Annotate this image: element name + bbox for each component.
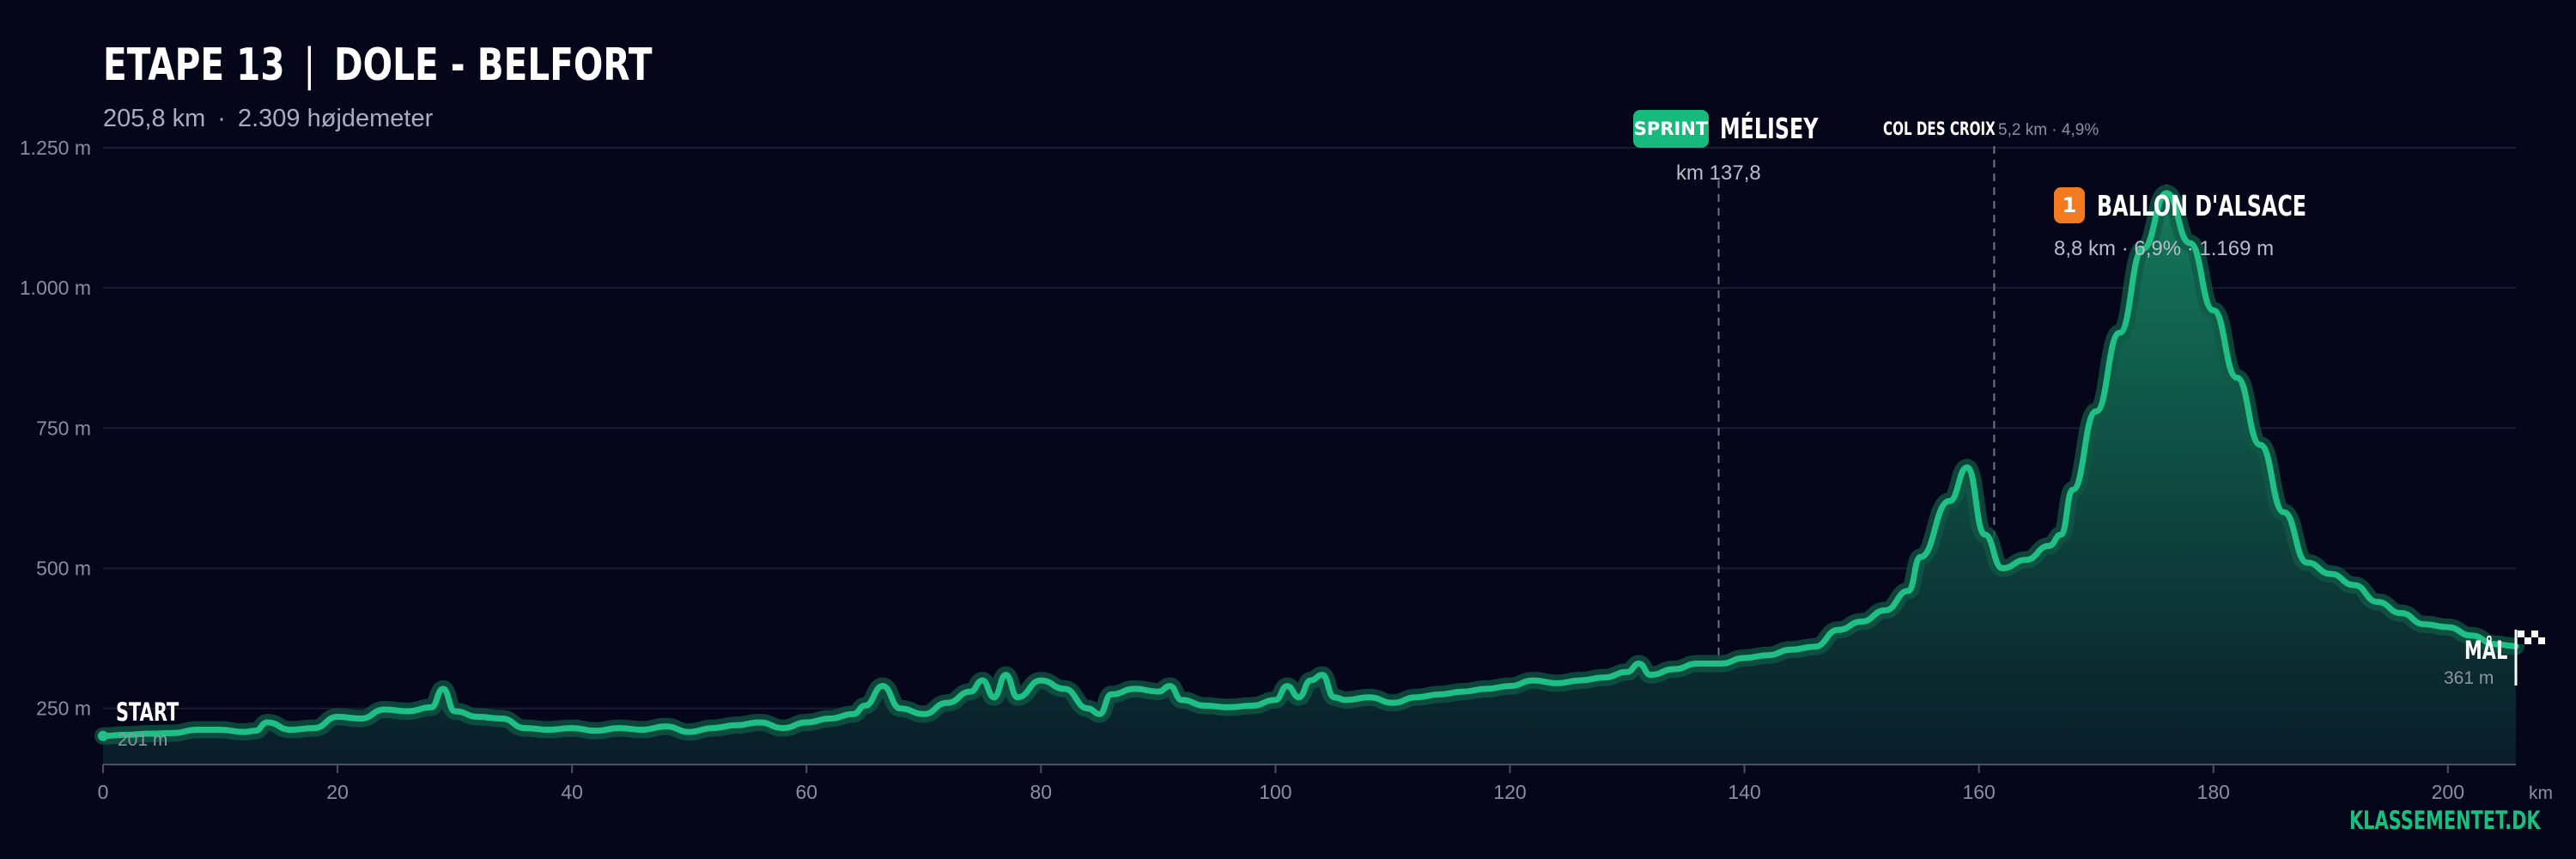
flag-square bbox=[2531, 637, 2538, 644]
x-tick-label: 160 bbox=[1962, 781, 1995, 803]
stage-profile-card: 250 m 500 m 750 m 1.000 m 1.250 m 0 20 40 60 80 1… bbox=[0, 0, 2576, 859]
col-info: 5,2 km · 4,9% bbox=[1998, 121, 2099, 139]
flag-square bbox=[2518, 637, 2524, 644]
stage-stats: 205,8 km · 2.309 højdemeter bbox=[103, 105, 433, 133]
stage-elevation-gain: 2.309 højdemeter bbox=[237, 105, 434, 132]
finish-flag-icon bbox=[2514, 630, 2545, 685]
x-tick-label: 100 bbox=[1259, 781, 1291, 803]
title-separator: | bbox=[303, 40, 316, 91]
y-tick-label: 500 m bbox=[36, 557, 91, 580]
stats-separator: · bbox=[217, 105, 226, 132]
sprint-km: km 137,8 bbox=[1676, 161, 1761, 185]
x-axis-unit: km bbox=[2529, 783, 2553, 803]
x-tick-label: 20 bbox=[326, 781, 349, 803]
y-axis-ticks: 250 m 500 m 750 m 1.000 m 1.250 m bbox=[20, 137, 91, 720]
start-label: START bbox=[116, 698, 179, 727]
flag-square bbox=[2538, 631, 2545, 637]
stage-distance: 205,8 km bbox=[103, 105, 206, 132]
page-title: ETAPE 13 | DOLE - BELFORT bbox=[103, 40, 652, 91]
climb-category-badge: 1 bbox=[2054, 187, 2085, 223]
y-tick-label: 1.000 m bbox=[20, 277, 91, 299]
stage-route: DOLE - BELFORT bbox=[333, 40, 653, 91]
flag-square bbox=[2531, 631, 2538, 637]
y-tick-label: 750 m bbox=[36, 417, 91, 439]
x-tick-label: 60 bbox=[795, 781, 817, 803]
flag-square bbox=[2538, 637, 2545, 644]
flag-square bbox=[2524, 637, 2531, 644]
sprint-name: MÉLISEY bbox=[1720, 112, 1819, 145]
start-elevation: 201 m bbox=[118, 730, 168, 750]
x-tick-label: 200 bbox=[2432, 781, 2464, 803]
flag-square bbox=[2524, 631, 2531, 637]
y-tick-label: 1.250 m bbox=[20, 137, 91, 159]
climb-name: BALLON D'ALSACE bbox=[2097, 189, 2306, 222]
sprint-badge: SPRINT bbox=[1633, 110, 1709, 148]
flag-square bbox=[2518, 631, 2524, 637]
finish-elevation: 361 m bbox=[2444, 668, 2494, 688]
finish-label: MÅL bbox=[2464, 636, 2508, 665]
climb-info: 8,8 km · 6,9% · 1.169 m bbox=[2054, 237, 2275, 260]
x-tick-label: 40 bbox=[561, 781, 583, 803]
x-tick-label: 140 bbox=[1728, 781, 1760, 803]
col-name: COL DES CROIX bbox=[1883, 119, 1996, 139]
x-axis-ticks: 0 20 40 60 80 100 120 140 160 180 200 bbox=[98, 765, 2464, 803]
x-tick-label: 0 bbox=[98, 781, 109, 803]
x-tick-label: 180 bbox=[2197, 781, 2230, 803]
brand-logo-text: KLASSEMENTET.DK bbox=[2349, 806, 2541, 835]
x-tick-label: 120 bbox=[1493, 781, 1526, 803]
start-dot bbox=[98, 730, 108, 741]
stage-number: ETAPE 13 bbox=[103, 40, 285, 91]
x-tick-label: 80 bbox=[1030, 781, 1053, 803]
y-tick-label: 250 m bbox=[36, 698, 91, 720]
